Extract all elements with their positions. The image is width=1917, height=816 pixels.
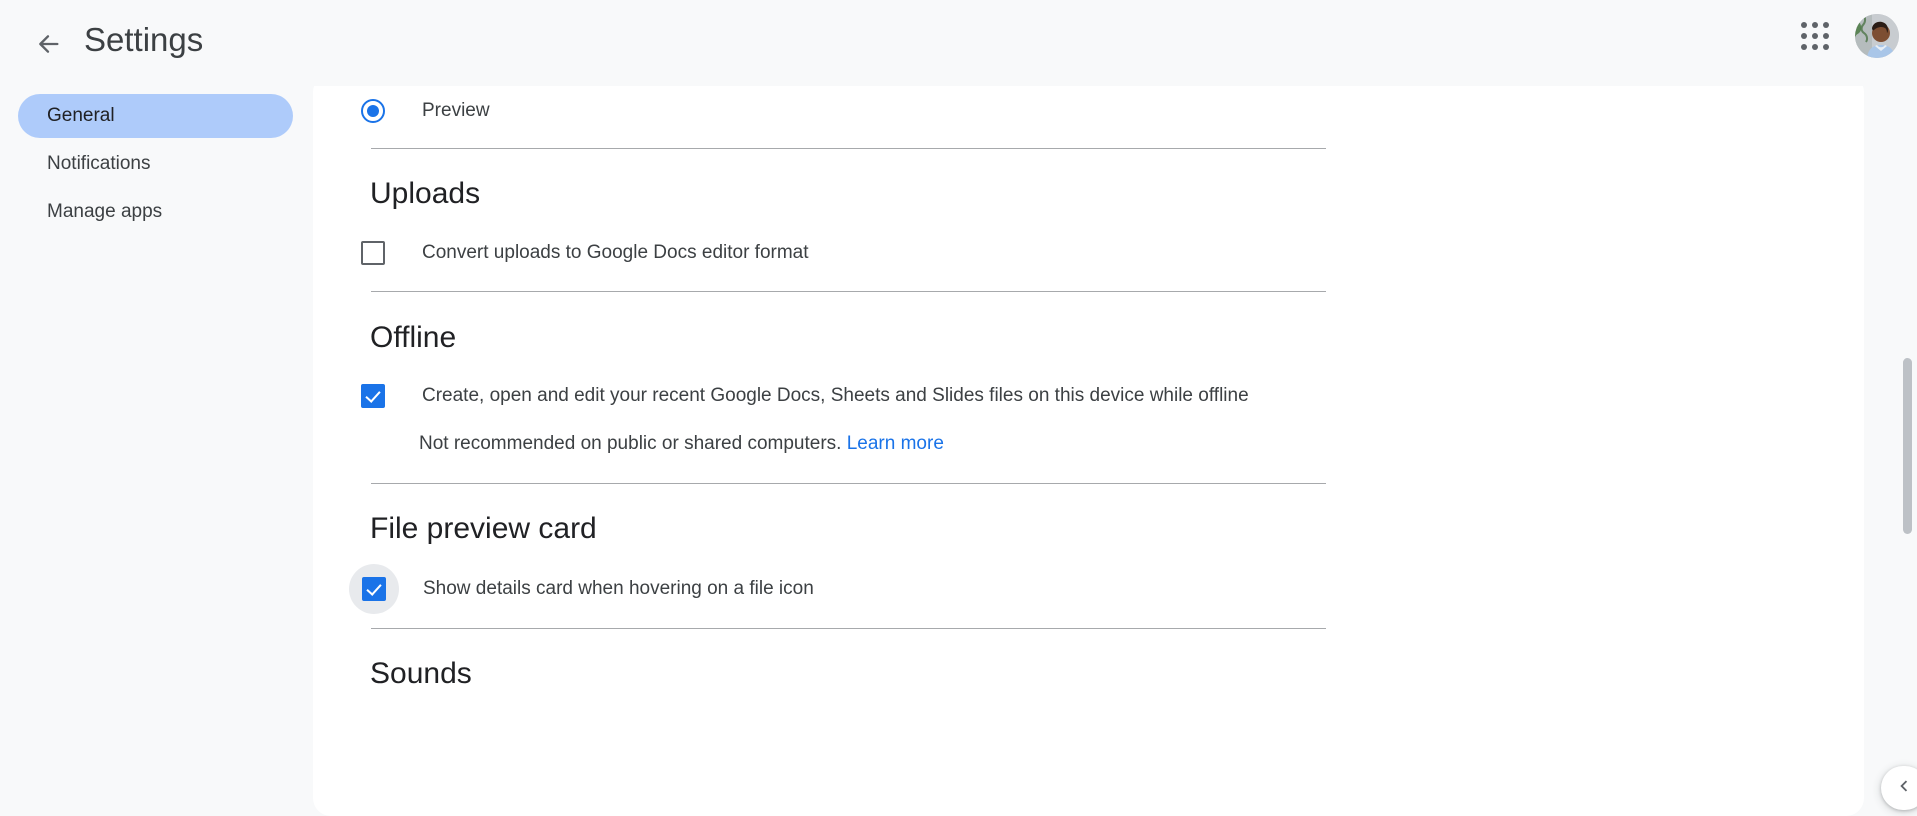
sidebar-item-label: Manage apps [47, 201, 163, 222]
sidebar-item-label: Notifications [47, 153, 151, 174]
divider [371, 148, 1326, 149]
grid-dot [1812, 22, 1818, 28]
vertical-scrollbar[interactable] [1900, 86, 1914, 816]
grid-dot [1801, 44, 1807, 50]
offline-option-row[interactable]: Create, open and edit your recent Google… [313, 359, 1864, 433]
avatar[interactable] [1855, 14, 1899, 58]
section-title-file-preview-card: File preview card [370, 512, 597, 545]
sidebar-item-general[interactable]: General [18, 94, 293, 138]
uploads-option-row[interactable]: Convert uploads to Google Docs editor fo… [313, 215, 1864, 291]
arrow-back-icon [34, 30, 62, 58]
sidebar-item-manage-apps[interactable]: Manage apps [0, 190, 275, 234]
collapse-panel-button[interactable] [1881, 766, 1917, 810]
checkbox-show-details-card-label: Show details card when hovering on a fil… [423, 578, 814, 599]
sidebar-item-label: General [47, 105, 115, 126]
settings-content-card: Preview Uploads Convert uploads to Googl… [313, 74, 1864, 816]
settings-page: Settings General Notifications Manage ap… [0, 0, 1917, 816]
section-title-offline: Offline [370, 321, 457, 354]
checkbox-ripple[interactable] [349, 564, 399, 614]
file-preview-option-row[interactable]: Show details card when hovering on a fil… [313, 550, 1864, 628]
grid-dot [1823, 44, 1829, 50]
google-apps-grid-icon[interactable] [1789, 10, 1841, 62]
offline-help-label: Not recommended on public or shared comp… [419, 433, 842, 454]
offline-help-text: Not recommended on public or shared comp… [313, 433, 1864, 455]
radio-preview[interactable] [361, 99, 385, 123]
section-title-uploads: Uploads [370, 177, 481, 210]
page-title: Settings [84, 21, 204, 58]
top-bar-actions [1789, 10, 1899, 62]
section-title-sounds: Sounds [370, 657, 472, 690]
grid-dot [1801, 33, 1807, 39]
checkbox-offline-label: Create, open and edit your recent Google… [422, 385, 1249, 406]
back-button[interactable] [22, 18, 74, 70]
sidebar-item-notifications[interactable]: Notifications [0, 142, 275, 186]
top-app-bar: Settings [0, 0, 1917, 86]
grid-dot [1823, 22, 1829, 28]
grid-dot [1812, 33, 1818, 39]
settings-sidebar: General Notifications Manage apps [0, 86, 313, 238]
grid-dot [1812, 44, 1818, 50]
checkbox-convert-uploads[interactable] [361, 241, 385, 265]
checkbox-convert-uploads-label: Convert uploads to Google Docs editor fo… [422, 242, 809, 263]
divider [371, 291, 1326, 292]
chevron-left-icon [1893, 775, 1915, 802]
checkbox-offline[interactable] [361, 384, 385, 408]
grid-dot [1823, 33, 1829, 39]
checkbox-show-details-card[interactable] [362, 577, 386, 601]
divider [371, 483, 1326, 484]
settings-content: Preview Uploads Convert uploads to Googl… [313, 74, 1864, 695]
divider [371, 628, 1326, 629]
grid-dot [1801, 22, 1807, 28]
scrollbar-thumb[interactable] [1903, 358, 1912, 534]
learn-more-link[interactable]: Learn more [847, 433, 944, 454]
radio-preview-label: Preview [422, 100, 490, 121]
